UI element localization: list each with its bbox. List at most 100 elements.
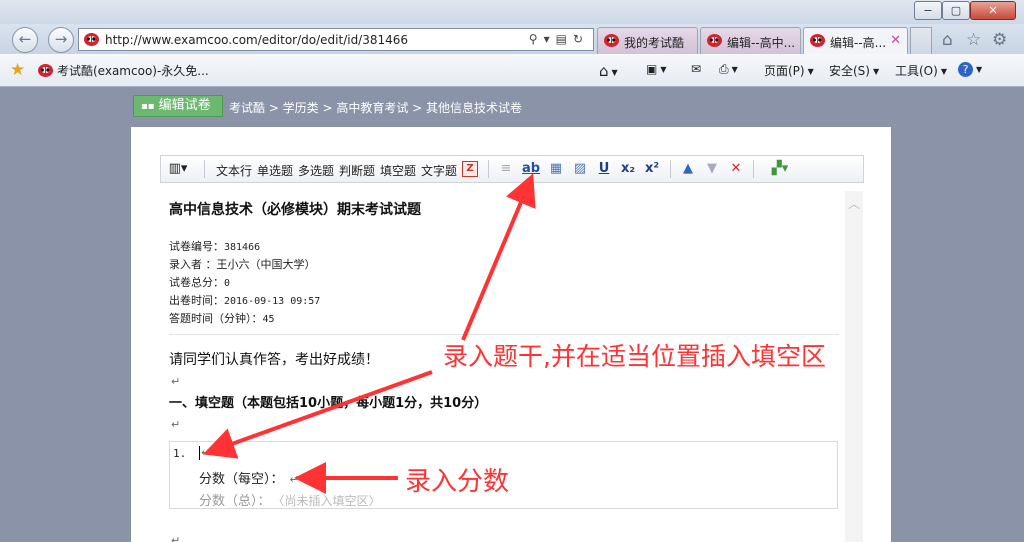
favorites-bar: ★ 考试酷(examcoo)-永久免... ⌂ ▼ ▣ ▼ ✉ ⎙ ▼ 页面(P) ▼ …: [0, 54, 1024, 87]
mail-command[interactable]: ✉: [691, 62, 701, 76]
window-titlebar: − ▢ ✕: [0, 0, 1024, 24]
delete-icon[interactable]: ✕: [727, 160, 745, 178]
tab-label: 我的考试酷: [624, 36, 685, 50]
z-icon[interactable]: Z: [462, 161, 478, 177]
superscript-icon[interactable]: x²: [642, 160, 662, 178]
insert-multi-choice-button[interactable]: 多选题: [298, 162, 334, 179]
return-mark: ↵: [171, 375, 181, 388]
move-up-icon[interactable]: ▲: [679, 160, 697, 178]
divider: [169, 334, 839, 335]
image-icon[interactable]: ▨: [571, 160, 589, 178]
score-each-field[interactable]: 分数（每空）： ↵: [199, 468, 299, 487]
table-icon[interactable]: ▦: [547, 160, 565, 178]
meta-value: 王小六（中国大学）: [216, 258, 316, 271]
chevron-down-icon: ▼: [611, 68, 618, 77]
toolbar-separator: [753, 160, 754, 178]
search-icon[interactable]: ⚲: [529, 32, 544, 46]
section-heading[interactable]: 一、填空题（本题包括10小题，每小题1分，共10分）: [169, 392, 487, 411]
home-icon[interactable]: ⌂: [942, 30, 953, 50]
tab-close-icon[interactable]: ✕: [890, 33, 901, 48]
favorites-star-icon[interactable]: ☆: [966, 30, 981, 50]
new-tab-button[interactable]: [910, 27, 932, 54]
return-mark: ↵: [171, 418, 181, 431]
score-total-field: 分数（总）： 〈尚未插入填空区〉: [199, 490, 381, 509]
add-component-icon[interactable]: ▞▾: [763, 160, 797, 178]
address-bar[interactable]: http://www.examcoo.com/editor/do/edit/id…: [78, 28, 594, 51]
blank-placeholder: 〈尚未插入填空区〉: [278, 494, 381, 508]
address-actions[interactable]: ⚲▾▤↻: [529, 32, 589, 46]
print-command[interactable]: ⎙ ▼: [719, 62, 738, 77]
feeds-command[interactable]: ▣ ▼: [646, 62, 667, 76]
favorite-link[interactable]: 考试酷(examcoo)-永久免...: [38, 62, 209, 79]
maximize-button[interactable]: ▢: [942, 1, 970, 20]
close-window-button[interactable]: ✕: [970, 1, 1016, 20]
edit-paper-button[interactable]: ▪▪ 编辑试卷: [133, 95, 223, 117]
page-menu-label: 页面(P): [764, 64, 805, 78]
safety-menu-label: 安全(S): [829, 64, 870, 78]
underline-icon[interactable]: U: [595, 160, 613, 178]
annotation-stem: 录入题干,并在适当位置插入填空区: [443, 342, 826, 371]
columns-icon[interactable]: ▥▾: [165, 160, 191, 178]
tab-my-examcoo[interactable]: 我的考试酷: [597, 27, 698, 54]
help-menu[interactable]: ? ▼: [958, 62, 982, 77]
safety-menu[interactable]: 安全(S) ▼: [829, 62, 879, 79]
insert-true-false-button[interactable]: 判断题: [339, 162, 375, 179]
return-mark: ↵: [289, 473, 299, 486]
subscript-icon[interactable]: x₂: [618, 160, 638, 178]
tab-label: 编辑--高中...: [727, 36, 796, 50]
insert-text-line-button[interactable]: 文本行: [216, 162, 252, 179]
indent-icon[interactable]: ≡: [497, 160, 515, 178]
meta-label: 试卷总分：: [169, 276, 224, 289]
tab-edit-1[interactable]: 编辑--高中...: [700, 27, 801, 54]
meta-row: 试卷编号：381466: [169, 238, 260, 254]
gear-icon[interactable]: ⚙: [992, 30, 1007, 50]
insert-essay-button[interactable]: 文字题: [421, 162, 457, 179]
annotation-score: 录入分数: [405, 467, 510, 497]
insert-single-choice-button[interactable]: 单选题: [257, 162, 293, 179]
meta-value: 0: [224, 278, 231, 289]
intro-text[interactable]: 请同学们认真作答，考出好成绩！: [169, 349, 379, 369]
favorites-add-icon[interactable]: ★: [10, 60, 25, 80]
tab-favicon-icon: [604, 34, 619, 47]
dropdown-icon[interactable]: ▾: [544, 32, 556, 46]
minimize-button[interactable]: −: [914, 1, 942, 20]
help-icon: ?: [958, 62, 973, 77]
text-cursor: [199, 446, 200, 460]
move-down-icon[interactable]: ▼: [703, 160, 721, 178]
meta-row: 试卷总分：0: [169, 274, 230, 290]
meta-value: 2016-09-13 09:57: [224, 296, 321, 307]
return-mark: ↵: [201, 446, 211, 459]
meta-row: 答题时间（分钟）：45: [169, 310, 275, 326]
forward-button[interactable]: →: [48, 27, 74, 53]
forward-arrow-icon: →: [54, 30, 68, 48]
mail-icon: ✉: [691, 62, 702, 76]
compat-view-icon[interactable]: ▤: [556, 32, 573, 46]
breadcrumb[interactable]: 考试酷 > 学历类 > 高中教育考试 > 其他信息技术试卷: [229, 99, 522, 116]
back-button[interactable]: ←: [12, 27, 38, 53]
favorite-link-label: 考试酷(examcoo)-永久免...: [57, 64, 209, 78]
toolbar-separator: [204, 160, 205, 178]
question-number: 1.: [173, 447, 187, 460]
site-favicon-icon: [84, 33, 99, 46]
chevron-down-icon: ▼: [940, 67, 947, 76]
refresh-icon[interactable]: ↻: [573, 32, 589, 46]
chevron-down-icon: ▼: [872, 67, 880, 76]
chevron-up-icon[interactable]: ︿: [848, 195, 860, 212]
home-icon: ⌂: [599, 62, 609, 80]
tab-edit-active[interactable]: 编辑--高... ✕: [803, 27, 908, 54]
paper-title: 高中信息技术（必修模块）期末考试试题: [169, 202, 421, 218]
editor-scrollbar[interactable]: ︿: [845, 191, 863, 542]
insert-blank-ab-icon[interactable]: ab: [522, 160, 540, 178]
tools-menu-label: 工具(O): [895, 64, 938, 78]
toolbar-separator: [670, 160, 671, 178]
address-url[interactable]: http://www.examcoo.com/editor/do/edit/id…: [105, 33, 408, 47]
score-total-label: 分数（总）：: [199, 494, 271, 509]
home-command[interactable]: ⌂ ▼: [599, 62, 618, 80]
page-menu[interactable]: 页面(P) ▼: [764, 62, 814, 79]
meta-value: 381466: [224, 242, 261, 253]
chevron-down-icon: ▼: [807, 67, 814, 76]
edit-paper-label: 编辑试卷: [158, 98, 211, 113]
meta-label: 录入者 ：: [169, 258, 217, 271]
tools-menu[interactable]: 工具(O) ▼: [895, 62, 947, 79]
insert-fill-blank-button[interactable]: 填空题: [380, 162, 416, 179]
